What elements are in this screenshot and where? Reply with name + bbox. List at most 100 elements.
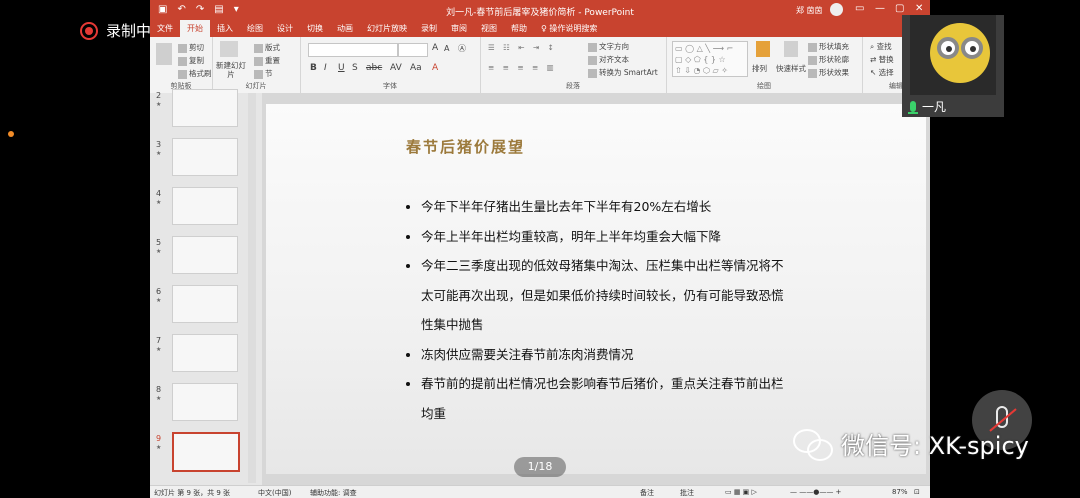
group-slides: 新建幻灯片 版式 重置 节 幻灯片: [212, 37, 301, 93]
close-button[interactable]: ✕: [915, 3, 923, 14]
thumbnail-image[interactable]: [172, 383, 238, 421]
new-slide-button[interactable]: 新建幻灯片: [214, 61, 248, 79]
slide-title[interactable]: 春节后猪价展望: [406, 136, 525, 157]
font-name-select[interactable]: [308, 43, 398, 57]
thumbnail-image[interactable]: [172, 285, 238, 323]
replace-button[interactable]: ⇄ 替换: [870, 54, 894, 65]
cut-button[interactable]: 剪切: [178, 42, 204, 53]
ribbon: 剪切 复制 格式刷 剪贴板 新建幻灯片 版式 重置 节 幻灯片 A A Ⓐ B …: [150, 37, 930, 94]
thumbnail-image-selected[interactable]: [172, 432, 240, 472]
tab-animations[interactable]: 动画: [330, 20, 360, 37]
layout-button[interactable]: 版式: [254, 42, 280, 53]
thumbnail-image[interactable]: [172, 89, 238, 127]
thumbnail-slide-7[interactable]: 7 ★: [154, 334, 258, 372]
cut-label: 剪切: [189, 43, 204, 52]
thumbnail-image[interactable]: [172, 236, 238, 274]
notes-button[interactable]: 备注: [640, 488, 654, 498]
arrange-button[interactable]: 排列: [752, 63, 767, 74]
tab-design[interactable]: 设计: [270, 20, 300, 37]
tab-transitions[interactable]: 切换: [300, 20, 330, 37]
tab-help[interactable]: 帮助: [504, 20, 534, 37]
comments-button[interactable]: 批注: [680, 488, 694, 498]
replace-icon: ⇄: [870, 55, 879, 64]
clear-format-icon[interactable]: Ⓐ: [458, 43, 466, 54]
arrange-icon[interactable]: [756, 41, 770, 57]
font-grow-icon[interactable]: A: [432, 43, 438, 53]
thumbnail-image[interactable]: [172, 334, 238, 372]
slide-bullet-list[interactable]: 今年下半年仔猪出生量比去年下半年有20%左右增长 今年上半年出栏均重较高，明年上…: [406, 192, 786, 428]
change-case-icon[interactable]: Aa: [410, 63, 422, 73]
copy-button[interactable]: 复制: [178, 55, 204, 66]
restore-button[interactable]: ▢: [895, 3, 904, 14]
char-spacing-icon[interactable]: AV: [390, 63, 402, 73]
align-text-button[interactable]: 对齐文本: [588, 54, 629, 65]
thumbnail-slide-6[interactable]: 6 ★: [154, 285, 258, 323]
current-slide[interactable]: 春节后猪价展望 今年下半年仔猪出生量比去年下半年有20%左右增长 今年上半年出栏…: [266, 104, 926, 474]
font-shrink-icon[interactable]: A: [444, 44, 449, 53]
floating-dot[interactable]: [8, 131, 14, 137]
record-icon: [80, 21, 98, 40]
shapes-gallery[interactable]: ▭ ◯ △ ╲ ⟶ ⌐ ▢ ◇ ⬠ { } ☆ ⇧ ⇩ ◔ ⬡ ▱ ✧: [672, 41, 748, 77]
tab-view[interactable]: 视图: [474, 20, 504, 37]
thumbnail-number: 2: [156, 91, 162, 100]
text-direction-button[interactable]: 文字方向: [588, 41, 629, 52]
thumbnail-slide-9[interactable]: 9 ★: [154, 432, 258, 472]
bold-button[interactable]: B: [310, 63, 317, 73]
tab-review[interactable]: 审阅: [444, 20, 474, 37]
tab-draw[interactable]: 绘图: [240, 20, 270, 37]
font-size-select[interactable]: [398, 43, 428, 57]
section-button[interactable]: 节: [254, 68, 273, 79]
smartart-button[interactable]: 转换为 SmartArt: [588, 67, 658, 78]
new-slide-icon[interactable]: [220, 41, 238, 57]
webcam-tile[interactable]: 一凡: [902, 15, 1004, 117]
group-font: A A Ⓐ B I U S abc AV Aa A 字体: [300, 37, 481, 93]
shape-outline-button[interactable]: 形状轮廓: [808, 54, 849, 65]
thumbnail-image[interactable]: [172, 138, 238, 176]
thumbnail-scrollbar[interactable]: [248, 93, 256, 483]
thumbnail-slide-8[interactable]: 8 ★: [154, 383, 258, 421]
minimize-button[interactable]: —: [875, 3, 885, 14]
user-avatar[interactable]: [830, 3, 843, 16]
paste-icon[interactable]: [156, 43, 172, 65]
tell-me-search[interactable]: ♀ 操作说明搜索: [534, 20, 604, 37]
thumbnail-slide-2[interactable]: 2 ★: [154, 89, 258, 127]
tab-slideshow[interactable]: 幻灯片放映: [360, 20, 414, 37]
quick-styles-icon[interactable]: [784, 41, 798, 57]
language-indicator[interactable]: 中文(中国): [258, 488, 291, 498]
select-button[interactable]: ↖ 选择: [870, 67, 894, 78]
accessibility-status[interactable]: 辅助功能: 调查: [310, 488, 357, 498]
shape-fill-button[interactable]: 形状填充: [808, 41, 849, 52]
align-text-icon: [588, 55, 597, 65]
thumbnail-number: 7: [156, 336, 162, 345]
tab-file[interactable]: 文件: [150, 20, 180, 37]
status-bar: 幻灯片 第 9 张，共 9 张 中文(中国) 辅助功能: 调查 备注 批注 ▭ …: [150, 485, 930, 498]
view-buttons[interactable]: ▭ ▦ ▣ ▷: [725, 488, 757, 496]
thumbnail-image[interactable]: [172, 187, 238, 225]
zoom-slider[interactable]: — ——●—— +: [790, 488, 841, 496]
reset-button[interactable]: 重置: [254, 55, 280, 66]
italic-button[interactable]: I: [324, 63, 327, 73]
list-buttons[interactable]: ☰ ☷ ⇤ ⇥ ↕: [488, 43, 557, 52]
format-painter-button[interactable]: 格式刷: [178, 68, 212, 79]
fit-slide-icon[interactable]: ⊡: [914, 488, 920, 496]
tab-record[interactable]: 录制: [414, 20, 444, 37]
goggle-left: [937, 37, 959, 59]
bullet-item: 春节前的提前出栏情况也会影响春节后猪价，重点关注春节前出栏均重: [406, 369, 786, 428]
underline-button[interactable]: U: [338, 63, 345, 73]
thumbnail-slide-3[interactable]: 3 ★: [154, 138, 258, 176]
zoom-level[interactable]: 87%: [892, 488, 908, 496]
shape-effects-button[interactable]: 形状效果: [808, 67, 849, 78]
thumbnail-slide-4[interactable]: 4 ★: [154, 187, 258, 225]
quick-styles-button[interactable]: 快速样式: [776, 63, 806, 74]
tab-home[interactable]: 开始: [180, 20, 210, 37]
animation-star-icon: ★: [156, 199, 162, 206]
thumbnail-slide-5[interactable]: 5 ★: [154, 236, 258, 274]
font-color-button[interactable]: A: [432, 63, 438, 73]
shadow-button[interactable]: S: [352, 63, 358, 73]
find-button[interactable]: ⌕ 查找: [870, 41, 892, 52]
align-buttons[interactable]: ≡ ≡ ≡ ≡ ▥: [488, 63, 557, 72]
ribbon-display-icon[interactable]: ▭: [855, 3, 864, 14]
tab-insert[interactable]: 插入: [210, 20, 240, 37]
user-name[interactable]: 郑 茵茵: [796, 5, 823, 16]
strikethrough-icon[interactable]: abc: [366, 63, 382, 73]
